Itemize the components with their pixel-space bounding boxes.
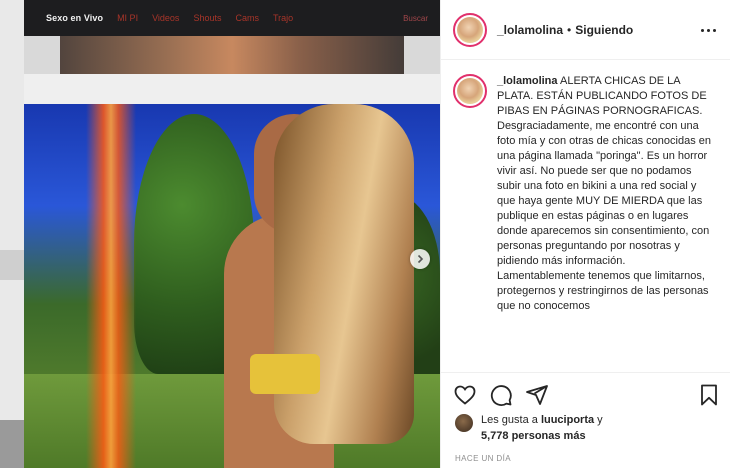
separator-dot: • bbox=[567, 22, 572, 37]
caption-comment: _lolamolina ALERTA CHICAS DE LA PLATA. E… bbox=[453, 74, 730, 372]
heart-icon[interactable] bbox=[453, 383, 477, 407]
site-nav-link: Trajo bbox=[272, 13, 294, 23]
avatar[interactable] bbox=[455, 414, 473, 432]
caption-username[interactable]: _lolamolina bbox=[497, 75, 558, 87]
site-screenshot: Sexo en Vivo MI PI Videos Shouts Cams Tr… bbox=[24, 0, 440, 104]
page-backdrop bbox=[0, 0, 24, 468]
following-button[interactable]: Siguiendo bbox=[575, 23, 633, 37]
site-nav-link: Shouts bbox=[193, 13, 222, 23]
caption-text: _lolamolina ALERTA CHICAS DE LA PLATA. E… bbox=[497, 74, 717, 372]
username-link[interactable]: _lolamolina bbox=[497, 23, 563, 37]
site-nav-link: Videos bbox=[152, 13, 180, 23]
post-timestamp[interactable]: HACE UN DÍA bbox=[455, 454, 511, 463]
backdrop-block bbox=[0, 250, 24, 280]
post-sidebar: _lolamolina • Siguiendo _lolamolina ALER… bbox=[440, 0, 730, 468]
post-photo bbox=[24, 104, 440, 468]
likes-text: Les gusta a luuciporta y 5,778 personas … bbox=[481, 414, 603, 442]
caption-line: Lamentablemente tenemos que limitarnos, … bbox=[497, 270, 709, 312]
more-options-icon[interactable] bbox=[701, 23, 717, 37]
comment-icon[interactable] bbox=[489, 383, 513, 407]
bookmark-icon[interactable] bbox=[697, 383, 721, 407]
likes-count[interactable]: 5,778 personas más bbox=[481, 430, 586, 442]
site-nav-link: Cams bbox=[235, 13, 259, 23]
action-bar bbox=[441, 372, 730, 412]
backdrop-block bbox=[0, 420, 24, 468]
avatar[interactable] bbox=[453, 74, 487, 108]
caption-line: Desgraciadamente, me encontré con una fo… bbox=[497, 120, 712, 267]
site-banner-strip bbox=[60, 36, 404, 74]
site-gap bbox=[24, 74, 440, 104]
site-nav-link: MI PI bbox=[117, 13, 139, 23]
liker-username[interactable]: luuciporta bbox=[541, 414, 594, 426]
post-header: _lolamolina • Siguiendo bbox=[441, 0, 730, 60]
chevron-right-icon[interactable] bbox=[410, 249, 430, 269]
site-navbar: Sexo en Vivo MI PI Videos Shouts Cams Tr… bbox=[24, 0, 440, 36]
site-brand: Sexo en Vivo bbox=[46, 13, 104, 23]
likes-summary: Les gusta a luuciporta y 5,778 personas … bbox=[455, 412, 725, 448]
photo-person bbox=[214, 104, 414, 468]
photo-light-leak bbox=[86, 104, 136, 468]
share-icon[interactable] bbox=[525, 383, 549, 407]
site-search: Buscar bbox=[403, 13, 428, 23]
post-media[interactable]: Sexo en Vivo MI PI Videos Shouts Cams Tr… bbox=[24, 0, 440, 468]
avatar[interactable] bbox=[453, 12, 487, 47]
